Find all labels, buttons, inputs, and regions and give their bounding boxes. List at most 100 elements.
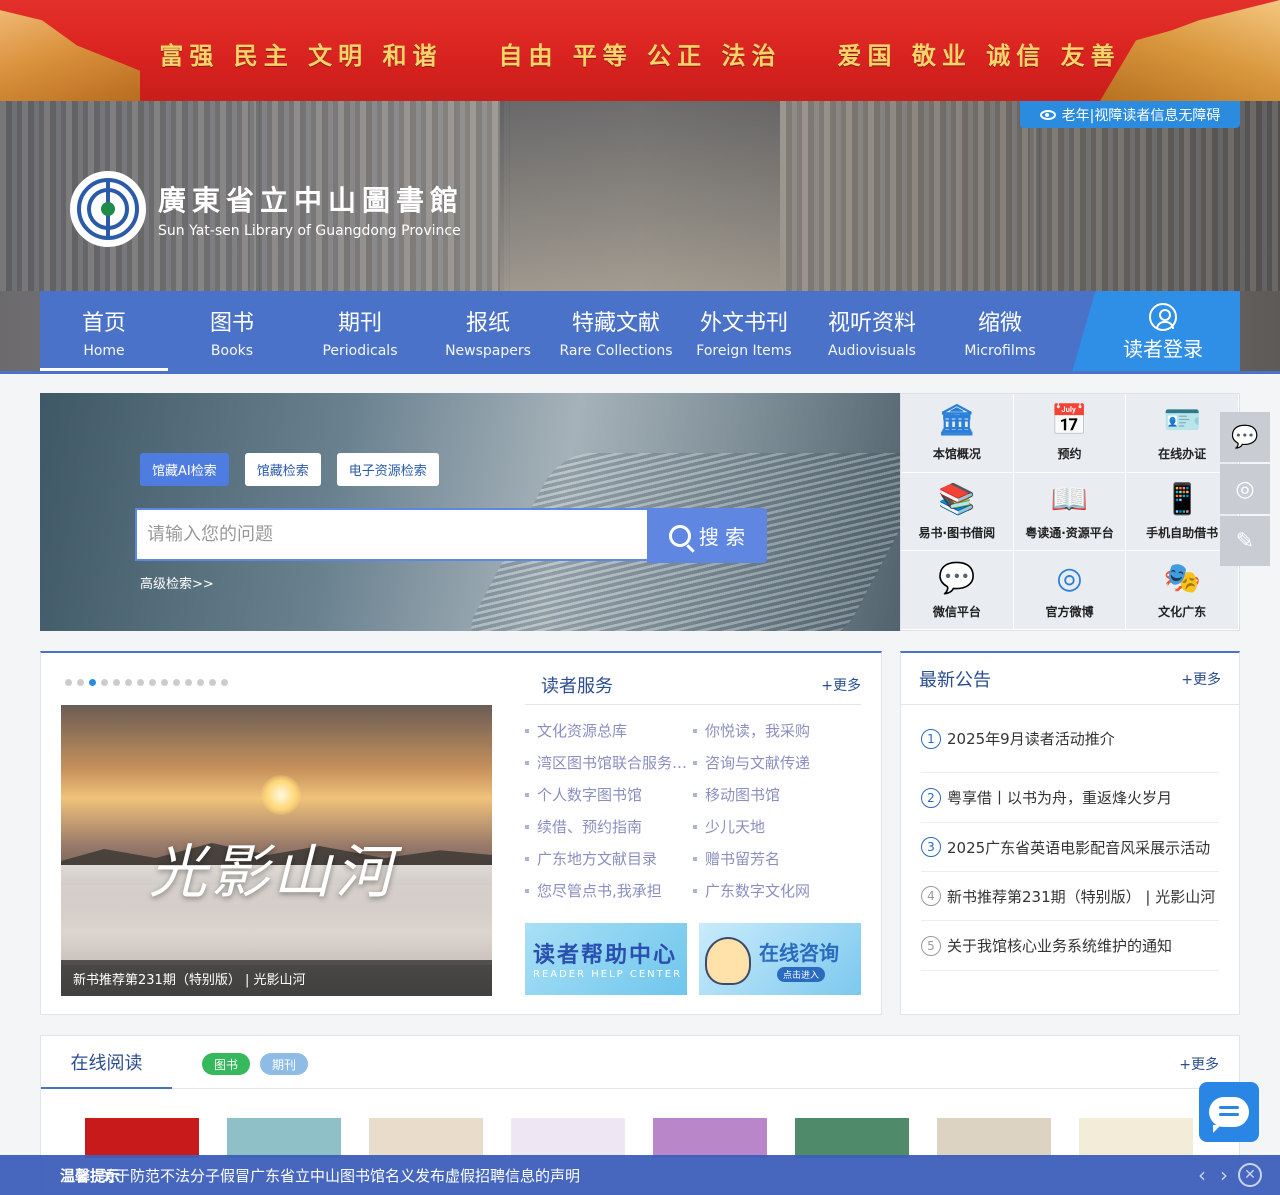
reader-login-label: 读者登录 (1123, 337, 1203, 361)
side-wechat-button[interactable]: 💬 (1220, 412, 1270, 462)
side-weibo-button[interactable]: ◎ (1220, 464, 1270, 514)
notice-item[interactable]: 4 新书推荐第231期（特别版） | 光影山河 (921, 872, 1219, 921)
slogans: 富强 民主 文明 和谐 自由 平等 公正 法治 爱国 敬业 诚信 友善 (0, 36, 1280, 71)
carousel-dot[interactable] (221, 679, 228, 686)
side-feedback-button[interactable]: ✎ (1220, 516, 1270, 566)
slide-caption: 新书推荐第231期（特别版） | 光影山河 (61, 960, 492, 996)
book-cover[interactable] (653, 1118, 767, 1158)
nav-item-microfilms[interactable]: 缩微 Microfilms (936, 291, 1064, 372)
tab-e-resource-search[interactable]: 电子资源检索 (336, 453, 439, 486)
quick-link-reservation[interactable]: 📅 预约 (1013, 394, 1127, 473)
library-aisle-background (500, 101, 780, 291)
slide-title: 光影山河 (149, 838, 398, 906)
reader-service-title: 读者服务 (541, 675, 613, 697)
book-cover[interactable] (795, 1118, 909, 1158)
carousel-dot[interactable] (77, 679, 84, 686)
carousel-dot[interactable] (173, 679, 180, 686)
reader-service-link[interactable]: 续借、预约指南 (525, 817, 693, 837)
quick-link-book-lending[interactable]: 📚 易书·图书借阅 (901, 472, 1014, 552)
nav-item-foreign-items[interactable]: 外文书刊 Foreign Items (680, 291, 808, 372)
reader-service-more-link[interactable]: +更多 (821, 675, 861, 695)
nav-item-periodicals[interactable]: 期刊 Periodicals (296, 291, 424, 372)
reader-login-button[interactable]: 读者登录 (1072, 291, 1240, 372)
notice-item[interactable]: 1 2025年9月读者活动推介 (921, 705, 1219, 773)
carousel-dot[interactable] (185, 679, 192, 686)
accessibility-button[interactable]: 老年|视障读者信息无障碍 (1020, 101, 1240, 128)
reader-service-link[interactable]: 少儿天地 (693, 817, 861, 837)
advanced-search-link[interactable]: 高级检索>> (140, 573, 214, 592)
search-button[interactable]: 搜 索 (647, 508, 767, 563)
quick-link-label: 本馆概况 (932, 447, 981, 462)
carousel-dot[interactable] (137, 679, 144, 686)
reader-service-link[interactable]: 咨询与文献传递 (693, 753, 861, 773)
notice-item[interactable]: 5 关于我馆核心业务系统维护的通知 (921, 921, 1219, 971)
site-logo[interactable]: 廣東省立中山圖書館 Sun Yat-sen Library of Guangdo… (70, 171, 464, 247)
reader-service-link[interactable]: 广东地方文献目录 (525, 849, 693, 869)
book-cover[interactable] (85, 1118, 199, 1158)
online-consult-banner[interactable]: 在线咨询 点击进入 (699, 923, 861, 995)
chat-button[interactable] (1199, 1082, 1259, 1142)
nav-item-rare-collections[interactable]: 特藏文献 Rare Collections (552, 291, 680, 372)
help-center-title: 读者帮助中心 (533, 943, 678, 968)
weibo-icon: ◎ (1235, 476, 1255, 502)
quick-link-weibo[interactable]: ◎ 官方微博 (1013, 551, 1127, 630)
tag-books[interactable]: 图书 (202, 1053, 251, 1075)
nav-label-cn: 首页 (81, 310, 126, 336)
carousel-dot[interactable] (113, 679, 120, 686)
carousel-dot[interactable] (89, 679, 96, 686)
reader-service-link[interactable]: 个人数字图书馆 (525, 785, 693, 805)
carousel-slide[interactable]: 光影山河 新书推荐第231期（特别版） | 光影山河 (61, 705, 492, 996)
accessibility-label: 老年|视障读者信息无障碍 (1061, 107, 1221, 124)
notice-item[interactable]: 2 粤享借丨以书为舟，重返烽火岁月 (921, 773, 1219, 823)
reader-help-center-banner[interactable]: 读者帮助中心 READER HELP CENTER (525, 923, 687, 995)
book-cover[interactable] (937, 1118, 1051, 1158)
book-cover[interactable] (227, 1118, 341, 1158)
nav-item-audiovisuals[interactable]: 视听资料 Audiovisuals (808, 291, 936, 372)
calendar-clock-icon: 📅 (1050, 403, 1089, 439)
chevron-right-icon[interactable]: › (1220, 1163, 1228, 1187)
logo-name-en: Sun Yat-sen Library of Guangdong Provinc… (158, 223, 461, 239)
notice-bar-message[interactable]: 关于防范不法分子假冒广东省立中山图书馆名义发布虚假招聘信息的声明 (100, 1165, 580, 1186)
nav-item-newspapers[interactable]: 报纸 Newspapers (424, 291, 552, 372)
close-icon[interactable]: ✕ (1238, 1163, 1262, 1187)
nav-item-books[interactable]: 图书 Books (168, 291, 296, 372)
carousel-dot[interactable] (197, 679, 204, 686)
reader-service-link[interactable]: 赠书留芳名 (693, 849, 861, 869)
carousel-dot[interactable] (149, 679, 156, 686)
search-input[interactable] (135, 508, 647, 561)
tag-periodicals[interactable]: 期刊 (260, 1053, 309, 1075)
carousel-dot[interactable] (125, 679, 132, 686)
carousel-dot[interactable] (101, 679, 108, 686)
notices-header: 最新公告 +更多 (901, 653, 1239, 705)
carousel-dot[interactable] (65, 679, 72, 686)
notices-more-link[interactable]: +更多 (1181, 669, 1221, 689)
book-cover[interactable] (511, 1118, 625, 1158)
reader-service-link[interactable]: 你悦读，我采购 (693, 721, 861, 741)
quick-link-label: 易书·图书借阅 (918, 525, 996, 540)
book-cover[interactable] (369, 1118, 483, 1158)
reader-service-link[interactable]: 广东数字文化网 (693, 881, 861, 901)
notice-item[interactable]: 3 2025广东省英语电影配音风采展示活动 (921, 823, 1219, 872)
tab-ai-search[interactable]: 馆藏AI检索 (140, 453, 229, 486)
reader-service-link[interactable]: 您尽管点书,我承担 (525, 881, 693, 901)
reader-service-link[interactable]: 湾区图书馆联合服务平台 (525, 753, 693, 773)
book-cover[interactable] (1079, 1118, 1193, 1158)
online-reading-more-link[interactable]: +更多 (1179, 1054, 1219, 1074)
notice-text: 关于我馆核心业务系统维护的通知 (947, 937, 1173, 955)
nav-item-home[interactable]: 首页 Home (40, 291, 168, 372)
quick-link-wechat[interactable]: 💬 微信平台 (901, 551, 1014, 630)
quick-link-overview[interactable]: 🏛 本馆概况 (901, 394, 1014, 473)
chevron-left-icon[interactable]: ‹ (1198, 1163, 1206, 1187)
main-nav: 首页 Home 图书 Books 期刊 Periodicals 报纸 Newsp… (40, 291, 1240, 372)
notice-text: 新书推荐第231期（特别版） | 光影山河 (947, 887, 1216, 906)
reader-service-link[interactable]: 文化资源总库 (525, 721, 693, 741)
quick-link-resource-platform[interactable]: 📖 粤读通·资源平台 (1013, 472, 1127, 552)
carousel-dot[interactable] (161, 679, 168, 686)
chat-bubble-icon (1209, 1097, 1249, 1133)
notice-text: 2025年9月读者活动推介 (947, 730, 1115, 748)
help-center-subtitle: READER HELP CENTER (533, 969, 683, 980)
carousel-dot[interactable] (209, 679, 216, 686)
reader-service-link[interactable]: 移动图书馆 (693, 785, 861, 805)
online-reading-title[interactable]: 在线阅读 (41, 1036, 172, 1089)
tab-catalog-search[interactable]: 馆藏检索 (244, 453, 321, 486)
